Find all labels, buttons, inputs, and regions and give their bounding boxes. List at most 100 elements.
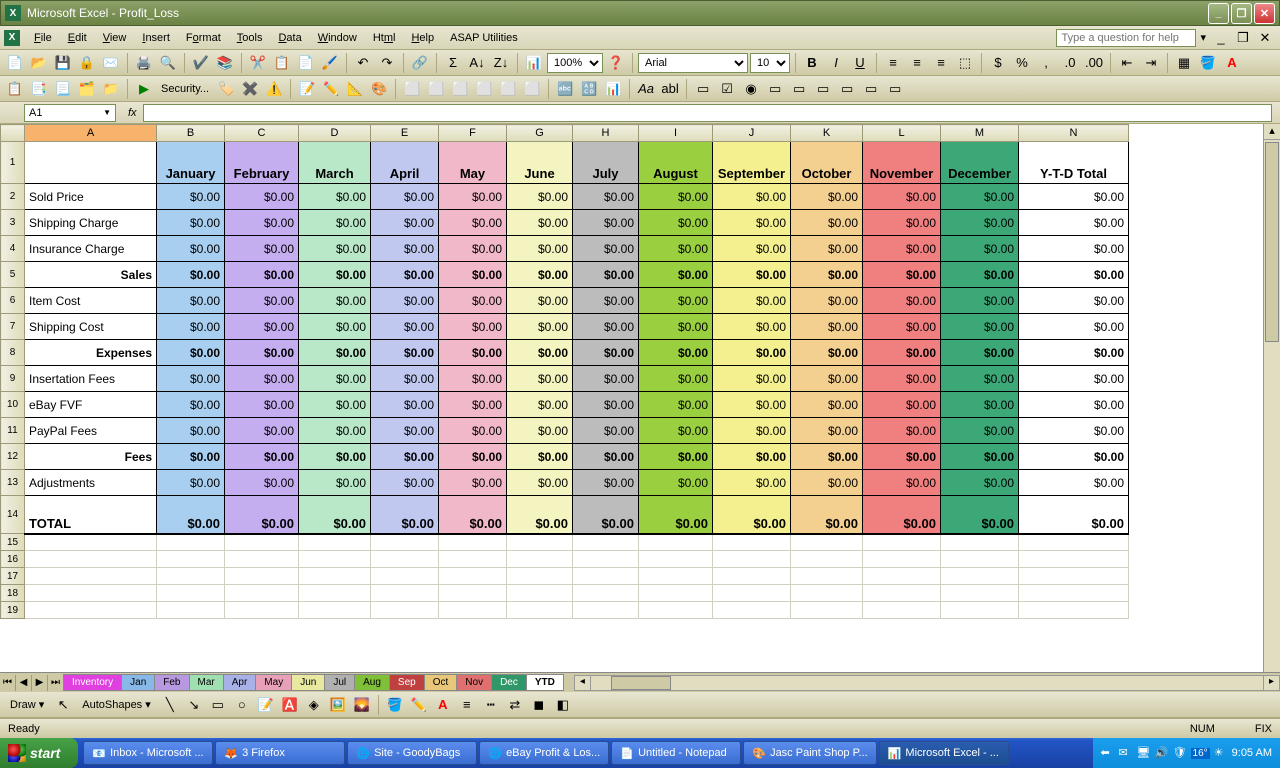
cell-C3[interactable]: $0.00 <box>225 210 299 236</box>
taskbar-item[interactable]: 📄Untitled - Notepad <box>611 741 741 765</box>
cell-F2[interactable]: $0.00 <box>439 184 507 210</box>
underline-button[interactable]: U <box>849 52 871 74</box>
cell-H11[interactable]: $0.00 <box>573 418 639 444</box>
cell-G4[interactable]: $0.00 <box>507 236 573 262</box>
tb2-icon[interactable]: 🔠 <box>578 78 600 100</box>
cell-E15[interactable] <box>371 534 439 551</box>
save-icon[interactable]: 💾 <box>52 52 74 74</box>
cell-A19[interactable] <box>25 602 157 619</box>
cell-M2[interactable]: $0.00 <box>941 184 1019 210</box>
shadow-icon[interactable]: ◼ <box>528 694 550 716</box>
cell-L3[interactable]: $0.00 <box>863 210 941 236</box>
cell-K11[interactable]: $0.00 <box>791 418 863 444</box>
cell-D11[interactable]: $0.00 <box>299 418 371 444</box>
cell-C15[interactable] <box>225 534 299 551</box>
cell-C16[interactable] <box>225 551 299 568</box>
cell-I16[interactable] <box>639 551 713 568</box>
row-header-16[interactable]: 16 <box>1 551 25 568</box>
cell-G12[interactable]: $0.00 <box>507 444 573 470</box>
cell-H4[interactable]: $0.00 <box>573 236 639 262</box>
row-header-5[interactable]: 5 <box>1 262 25 288</box>
cell-A15[interactable] <box>25 534 157 551</box>
inc-indent-icon[interactable]: ⇥ <box>1140 52 1162 74</box>
cell-M19[interactable] <box>941 602 1019 619</box>
cell-J7[interactable]: $0.00 <box>713 314 791 340</box>
cell-J15[interactable] <box>713 534 791 551</box>
cell-I3[interactable]: $0.00 <box>639 210 713 236</box>
cell-C13[interactable]: $0.00 <box>225 470 299 496</box>
tb2-icon[interactable]: ▭ <box>836 78 858 100</box>
cell-D17[interactable] <box>299 568 371 585</box>
cell-D9[interactable]: $0.00 <box>299 366 371 392</box>
cell-N19[interactable] <box>1019 602 1129 619</box>
tb2-icon[interactable]: ☑ <box>716 78 738 100</box>
cell-A9[interactable]: Insertation Fees <box>25 366 157 392</box>
cell-F4[interactable]: $0.00 <box>439 236 507 262</box>
cell-E16[interactable] <box>371 551 439 568</box>
tb2-icon[interactable]: ▭ <box>812 78 834 100</box>
cell-M3[interactable]: $0.00 <box>941 210 1019 236</box>
cell-J14[interactable]: $0.00 <box>713 496 791 534</box>
cell-C10[interactable]: $0.00 <box>225 392 299 418</box>
tray-icon[interactable]: ☀ <box>1214 746 1228 760</box>
cell-A7[interactable]: Shipping Cost <box>25 314 157 340</box>
cell-K8[interactable]: $0.00 <box>791 340 863 366</box>
sort-asc-icon[interactable]: A↓ <box>466 52 488 74</box>
cell-M13[interactable]: $0.00 <box>941 470 1019 496</box>
tb2-icon[interactable]: ⬜ <box>401 78 423 100</box>
tray-icon[interactable]: 🛡 <box>1173 746 1187 760</box>
cell-L11[interactable]: $0.00 <box>863 418 941 444</box>
cell-K15[interactable] <box>791 534 863 551</box>
cell-D14[interactable]: $0.00 <box>299 496 371 534</box>
cell-I6[interactable]: $0.00 <box>639 288 713 314</box>
cell-N7[interactable]: $0.00 <box>1019 314 1129 340</box>
tb2-icon[interactable]: 📃 <box>52 78 74 100</box>
cell-I17[interactable] <box>639 568 713 585</box>
cell-L15[interactable] <box>863 534 941 551</box>
cell-M16[interactable] <box>941 551 1019 568</box>
merge-icon[interactable]: ⬚ <box>954 52 976 74</box>
menu-data[interactable]: Data <box>270 30 309 46</box>
cell-B11[interactable]: $0.00 <box>157 418 225 444</box>
cell-H3[interactable]: $0.00 <box>573 210 639 236</box>
row-header-14[interactable]: 14 <box>1 496 25 534</box>
cell-E8[interactable]: $0.00 <box>371 340 439 366</box>
italic-button[interactable]: I <box>825 52 847 74</box>
sheet-tab-jul[interactable]: Jul <box>324 674 355 691</box>
cell-F19[interactable] <box>439 602 507 619</box>
cell-H10[interactable]: $0.00 <box>573 392 639 418</box>
doc-close-button[interactable]: ✕ <box>1254 27 1276 49</box>
cell-D18[interactable] <box>299 585 371 602</box>
cell-L16[interactable] <box>863 551 941 568</box>
inc-decimal-icon[interactable]: .0 <box>1059 52 1081 74</box>
cell-A5[interactable]: Sales <box>25 262 157 288</box>
cell-B6[interactable]: $0.00 <box>157 288 225 314</box>
cell-C2[interactable]: $0.00 <box>225 184 299 210</box>
undo-icon[interactable]: ↶ <box>352 52 374 74</box>
cell-A12[interactable]: Fees <box>25 444 157 470</box>
cell-D10[interactable]: $0.00 <box>299 392 371 418</box>
tab-nav-last[interactable]: ⏭ <box>48 675 64 691</box>
cell-G6[interactable]: $0.00 <box>507 288 573 314</box>
cell-I13[interactable]: $0.00 <box>639 470 713 496</box>
cell-H2[interactable]: $0.00 <box>573 184 639 210</box>
tb2-icon[interactable]: ▭ <box>764 78 786 100</box>
cell-E11[interactable]: $0.00 <box>371 418 439 444</box>
fill-color-icon[interactable]: 🪣 <box>1197 52 1219 74</box>
row-header-3[interactable]: 3 <box>1 210 25 236</box>
cell-G19[interactable] <box>507 602 573 619</box>
cell-B1[interactable]: January <box>157 142 225 184</box>
cell-J13[interactable]: $0.00 <box>713 470 791 496</box>
taskbar-item[interactable]: 📧Inbox - Microsoft ... <box>83 741 213 765</box>
sort-desc-icon[interactable]: Z↓ <box>490 52 512 74</box>
cell-G5[interactable]: $0.00 <box>507 262 573 288</box>
row-header-9[interactable]: 9 <box>1 366 25 392</box>
cell-G10[interactable]: $0.00 <box>507 392 573 418</box>
oval-icon[interactable]: ○ <box>231 694 253 716</box>
cell-B15[interactable] <box>157 534 225 551</box>
cell-F13[interactable]: $0.00 <box>439 470 507 496</box>
tb2-icon[interactable]: 📝 <box>296 78 318 100</box>
sheet-tab-apr[interactable]: Apr <box>223 674 257 691</box>
cell-F10[interactable]: $0.00 <box>439 392 507 418</box>
tb2-icon[interactable]: ⬜ <box>473 78 495 100</box>
